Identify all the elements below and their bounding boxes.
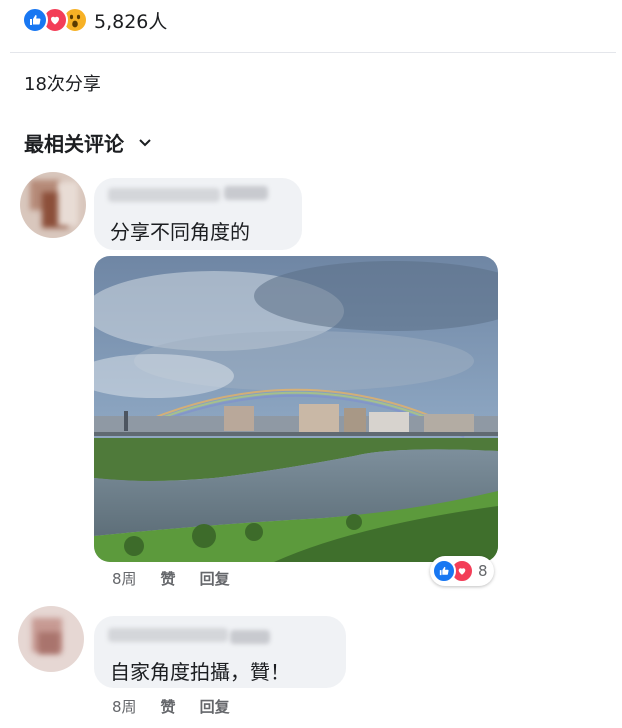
comment-meta: 8周 赞 回复 bbox=[112, 568, 254, 589]
commenter-name[interactable] bbox=[108, 628, 228, 642]
commenter-name-extra bbox=[230, 630, 270, 644]
reply-link[interactable]: 回复 bbox=[200, 568, 230, 589]
avatar[interactable] bbox=[18, 606, 84, 672]
comment-time[interactable]: 8周 bbox=[112, 696, 137, 717]
chevron-down-icon bbox=[138, 138, 152, 148]
reply-link[interactable]: 回复 bbox=[200, 696, 230, 717]
like-icon bbox=[432, 559, 456, 583]
comment-text: 自家角度拍攝，贊！ bbox=[110, 660, 290, 684]
like-link[interactable]: 赞 bbox=[161, 696, 176, 717]
divider bbox=[10, 52, 616, 53]
comment-text: 分享不同角度的 bbox=[110, 220, 250, 244]
comment-bubble: 分享不同角度的 bbox=[94, 178, 302, 250]
comment-time[interactable]: 8周 bbox=[112, 568, 137, 589]
commenter-name-extra bbox=[224, 186, 268, 200]
commenter-name[interactable] bbox=[108, 188, 220, 202]
reaction-summary[interactable]: 5,826人 bbox=[22, 6, 167, 34]
share-count[interactable]: 18次分享 bbox=[24, 70, 101, 96]
sort-label: 最相关评论 bbox=[24, 132, 124, 156]
like-link[interactable]: 赞 bbox=[161, 568, 176, 589]
avatar[interactable] bbox=[20, 172, 86, 238]
comment-sort-dropdown[interactable]: 最相关评论 bbox=[24, 128, 152, 157]
like-icon bbox=[22, 7, 48, 33]
reaction-total[interactable]: 5,826人 bbox=[94, 7, 167, 34]
comment-meta: 8周 赞 回复 bbox=[112, 696, 254, 717]
rainbow-photo-image bbox=[94, 256, 498, 562]
comment-photo[interactable] bbox=[94, 256, 498, 562]
comment-reaction-badge[interactable]: 8 bbox=[430, 556, 494, 586]
reaction-count: 8 bbox=[478, 562, 488, 580]
comment-bubble: 自家角度拍攝，贊！ bbox=[94, 616, 346, 688]
